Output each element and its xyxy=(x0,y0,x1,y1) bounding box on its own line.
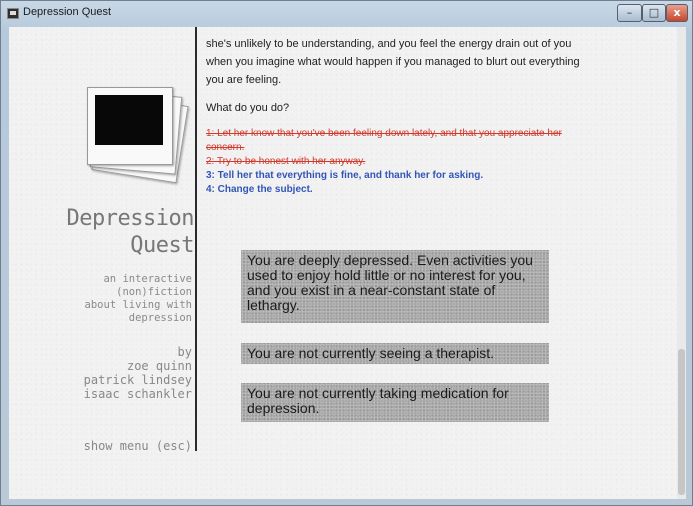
game-area: Depression Quest an interactive (non)fic… xyxy=(9,27,686,499)
tagline-line: an interactive xyxy=(103,273,192,285)
choice-option-4[interactable]: 4: Change the subject. xyxy=(206,183,591,197)
tagline-line: depression xyxy=(128,312,192,324)
sidebar-divider xyxy=(195,27,197,451)
game-title-line2: Quest xyxy=(130,233,194,258)
tagline-line: (non)fiction xyxy=(116,286,192,298)
story-passage: she's unlikely to be understanding, and … xyxy=(206,35,591,197)
maximize-button[interactable]: □ xyxy=(642,4,666,22)
app-icon xyxy=(7,8,19,19)
status-medication: You are not currently taking medication … xyxy=(241,383,549,422)
author-name: zoe quinn xyxy=(126,359,192,373)
choice-option-2: 2: Try to be honest with her anyway. xyxy=(206,156,366,167)
credits-by: by xyxy=(177,345,192,359)
photo-stack-logo xyxy=(79,77,199,184)
photo-front xyxy=(87,87,173,165)
game-title-line1: Depression xyxy=(66,206,195,231)
credits: by zoe quinn patrick lindsey isaac schan… xyxy=(84,345,192,401)
tagline: an interactive (non)fiction about living… xyxy=(85,273,192,325)
show-menu-link[interactable]: show menu (esc) xyxy=(84,439,192,453)
app-window: Depression Quest – □ x Depression Quest … xyxy=(0,0,693,506)
choice-option-1: 1: Let her know that you've been feeling… xyxy=(206,128,562,153)
scrollbar[interactable] xyxy=(677,27,686,499)
scrollbar-thumb[interactable] xyxy=(678,349,685,495)
story-question: What do you do? xyxy=(206,102,290,114)
close-button[interactable]: x xyxy=(666,4,688,22)
minimize-button[interactable]: – xyxy=(617,4,642,22)
status-therapy: You are not currently seeing a therapist… xyxy=(241,343,549,364)
choice-option-3[interactable]: 3: Tell her that everything is fine, and… xyxy=(206,169,591,183)
story-paragraph: she's unlikely to be understanding, and … xyxy=(206,38,580,86)
author-name: patrick lindsey xyxy=(83,373,192,387)
choice-list: 1: Let her know that you've been feeling… xyxy=(206,127,591,197)
title-bar[interactable]: Depression Quest – □ x xyxy=(1,1,692,27)
window-title: Depression Quest xyxy=(23,6,112,18)
status-depression: You are deeply depressed. Even activitie… xyxy=(241,250,549,323)
tagline-line: about living with xyxy=(84,299,192,311)
author-name: isaac schankler xyxy=(83,387,192,401)
game-title: Depression Quest xyxy=(66,205,195,259)
